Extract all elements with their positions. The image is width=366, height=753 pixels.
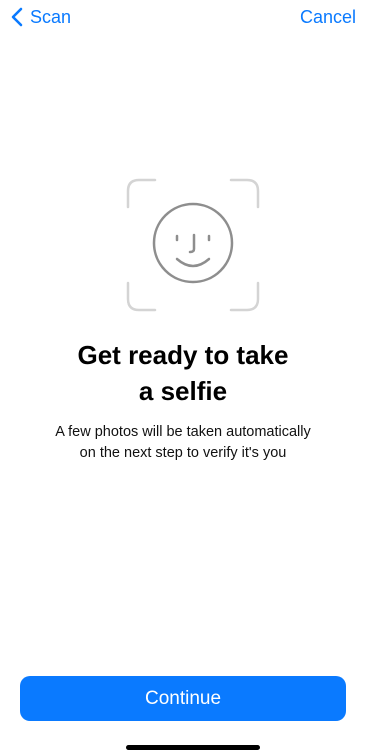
continue-button[interactable]: Continue — [20, 676, 346, 721]
back-button-label: Scan — [30, 6, 72, 27]
chevron-left-icon — [11, 7, 23, 27]
back-button[interactable]: Scan — [10, 4, 71, 30]
page-title: Get ready to take a selfie — [0, 337, 366, 409]
cancel-button[interactable]: Cancel — [300, 4, 356, 30]
face-scan-illustration — [126, 178, 260, 312]
instructions-text: A few photos will be taken automatically… — [0, 422, 366, 464]
title-line-2: a selfie — [138, 376, 228, 406]
subtitle-line-1: A few photos will be taken automatically — [55, 424, 311, 440]
smiley-face-icon — [152, 202, 234, 284]
navigation-bar: Scan Cancel — [0, 0, 366, 34]
title-line-1: Get ready to take — [77, 340, 289, 370]
subtitle-line-2: on the next step to verify it's you — [79, 445, 287, 461]
home-indicator — [126, 745, 260, 750]
